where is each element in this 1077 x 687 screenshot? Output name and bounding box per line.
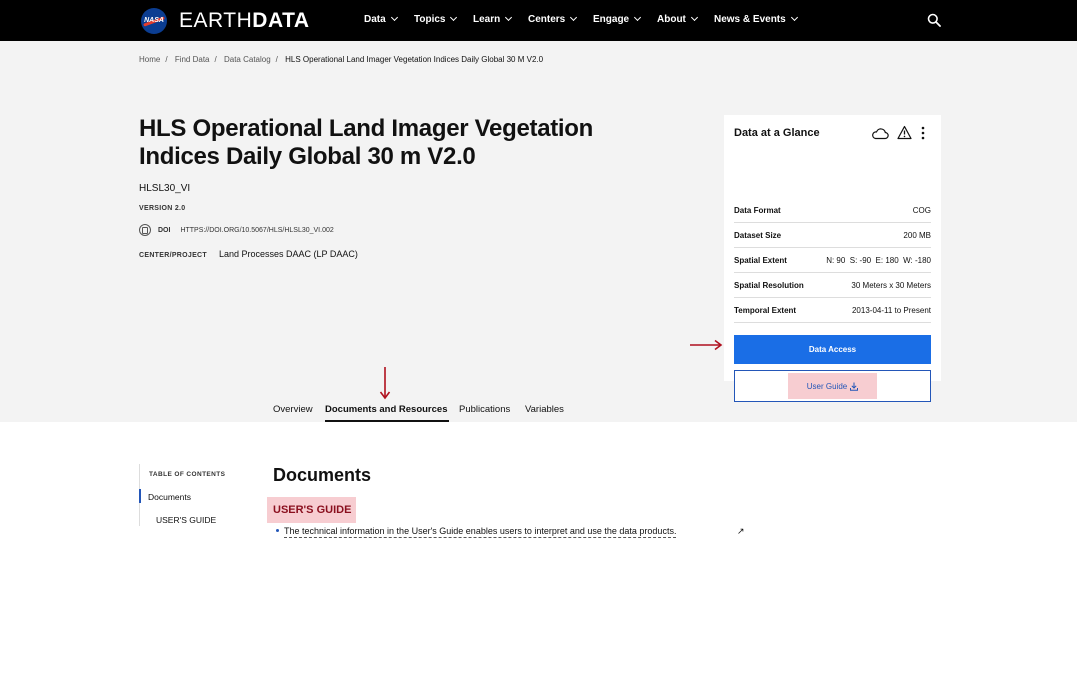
glance-row-temporal-extent: Temporal Extent 2013-04-11 to Present <box>734 298 931 323</box>
search-icon[interactable] <box>927 13 941 27</box>
chevron-down-icon <box>790 13 798 22</box>
chevron-down-icon <box>450 13 458 22</box>
nav-about[interactable]: About <box>657 13 698 25</box>
nav-engage[interactable]: Engage <box>593 13 642 25</box>
doi-label: DOI <box>158 226 171 234</box>
toc-title: TABLE OF CONTENTS <box>149 471 226 478</box>
cloud-icon[interactable] <box>871 126 889 140</box>
nav-news-events[interactable]: News & Events <box>714 13 798 25</box>
more-options-icon[interactable] <box>921 126 925 140</box>
breadcrumb-home[interactable]: Home <box>139 55 160 64</box>
user-guide-label: User Guide <box>806 381 848 391</box>
tab-documents-and-resources[interactable]: Documents and Resources <box>325 404 447 415</box>
center-label: CENTER/PROJECT <box>139 252 207 259</box>
earthdata-brand[interactable]: EARTHDATA <box>179 9 310 33</box>
documents-heading: Documents <box>273 465 372 485</box>
annotation-arrow-right-icon <box>690 339 723 351</box>
dataset-hero: Home / Find Data / Data Catalog / HLS Opera… <box>0 41 1077 422</box>
toc-item-documents[interactable]: Documents <box>148 492 191 502</box>
annotation-arrow-down-icon <box>379 367 391 400</box>
doi-row: DOI HTTPS://DOI.ORG/10.5067/HLS/HLSL30_V… <box>139 224 334 236</box>
breadcrumb-find-data[interactable]: Find Data <box>175 55 210 64</box>
glance-row-data-format: Data Format COG <box>734 198 931 223</box>
user-guide-button[interactable]: User Guide <box>734 370 931 402</box>
data-access-button[interactable]: Data Access <box>734 335 931 364</box>
chevron-down-icon <box>634 13 642 22</box>
nasa-logo[interactable]: NASA <box>141 8 167 34</box>
glance-title: Data at a Glance <box>734 127 820 139</box>
list-bullet <box>276 529 279 532</box>
warning-icon[interactable] <box>897 125 912 140</box>
glance-row-spatial-extent: Spatial Extent N: 90 S: -90 E: 180 W: -18… <box>734 248 931 273</box>
download-icon <box>850 382 859 391</box>
chevron-down-icon <box>390 13 398 22</box>
breadcrumb-data-catalog[interactable]: Data Catalog <box>224 55 271 64</box>
chevron-down-icon <box>570 13 578 22</box>
toc-active-indicator <box>139 489 141 503</box>
glance-row-dataset-size: Dataset Size 200 MB <box>734 223 931 248</box>
glance-row-spatial-resolution: Spatial Resolution 30 Meters x 30 Meters <box>734 273 931 298</box>
dataset-short-name: HLSL30_VI <box>139 183 191 194</box>
data-at-a-glance-card: Data at a Glance Data Format COG Dataset … <box>724 115 941 402</box>
chevron-down-icon <box>690 13 698 22</box>
external-link-icon: ↗ <box>737 526 745 536</box>
chevron-down-icon <box>505 13 513 22</box>
center-link[interactable]: Land Processes DAAC (LP DAAC) <box>219 249 358 259</box>
breadcrumb: Home / Find Data / Data Catalog / HLS Opera… <box>139 55 544 64</box>
users-guide-link[interactable]: The technical information in the User's … <box>284 526 677 538</box>
toc-item-users-guide[interactable]: USER'S GUIDE <box>156 515 216 525</box>
doi-link[interactable]: HTTPS://DOI.ORG/10.5067/HLS/HLSL30_VI.00… <box>180 227 333 234</box>
page-title: HLS Operational Land Imager Vegetation I… <box>139 115 594 170</box>
user-guide-highlight: User Guide <box>788 373 877 399</box>
tab-overview[interactable]: Overview <box>273 404 313 415</box>
center-row: CENTER/PROJECT Land Processes DAAC (LP D… <box>139 249 358 259</box>
tab-variables[interactable]: Variables <box>525 404 564 415</box>
active-tab-underline <box>325 420 449 422</box>
nav-data[interactable]: Data <box>364 13 398 25</box>
top-nav: NASA EARTHDATA Data Topics Learn Centers… <box>0 0 1077 41</box>
doi-icon <box>139 224 151 236</box>
nav-centers[interactable]: Centers <box>528 13 578 25</box>
dataset-version: VERSION 2.0 <box>139 205 186 212</box>
nav-topics[interactable]: Topics <box>414 13 458 25</box>
breadcrumb-current: HLS Operational Land Imager Vegetation I… <box>285 55 544 64</box>
nav-learn[interactable]: Learn <box>473 13 513 25</box>
users-guide-heading: USER'S GUIDE <box>267 497 356 523</box>
tab-publications[interactable]: Publications <box>459 404 510 415</box>
